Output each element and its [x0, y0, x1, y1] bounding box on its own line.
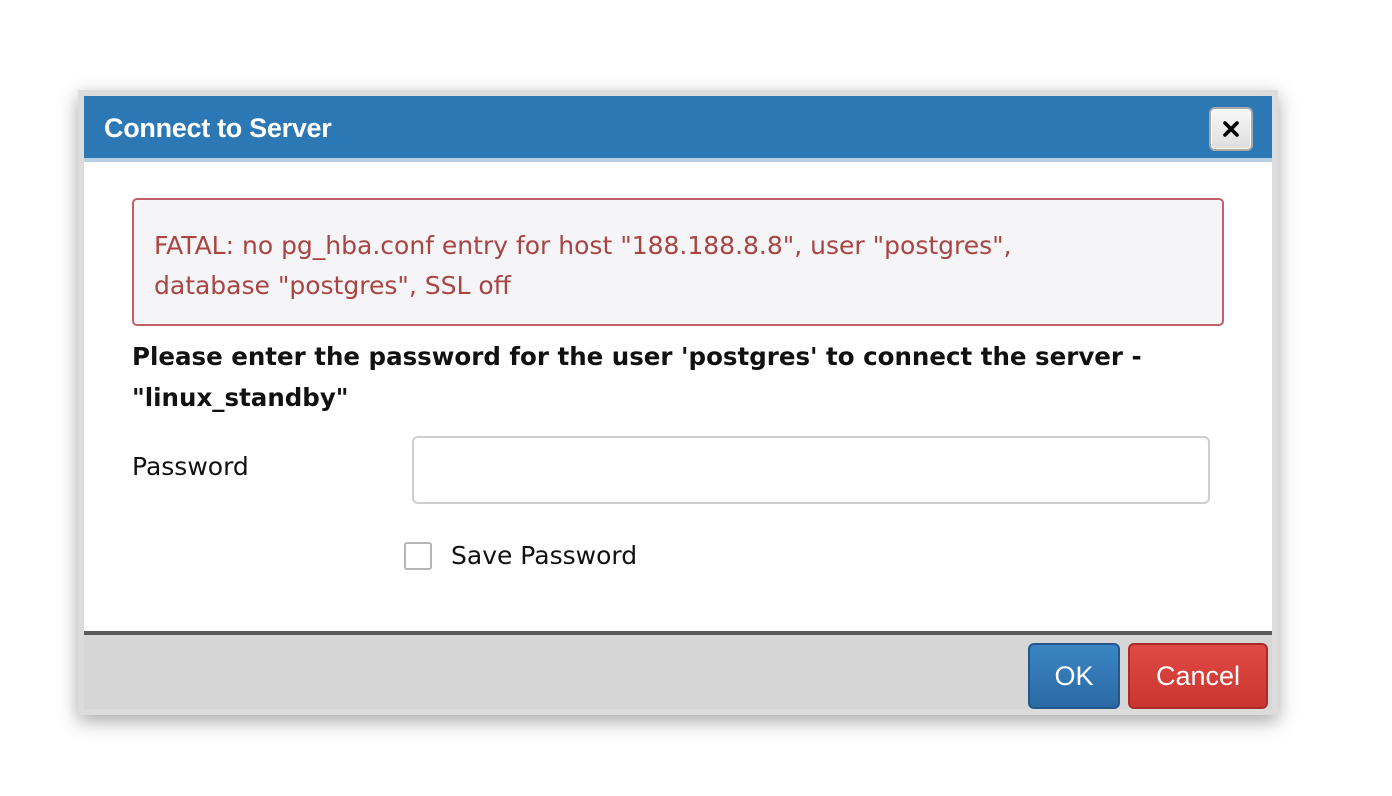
close-button[interactable] [1209, 107, 1253, 151]
error-line-1: FATAL: no pg_hba.conf entry for host "18… [154, 231, 1012, 260]
save-password-label[interactable]: Save Password [451, 541, 637, 570]
error-alert: FATAL: no pg_hba.conf entry for host "18… [132, 198, 1224, 326]
close-icon [1223, 121, 1239, 137]
error-line-2: database "postgres", SSL off [154, 271, 511, 300]
save-password-checkbox[interactable] [404, 542, 432, 570]
prompt-line-2: "linux_standby" [132, 383, 349, 412]
connect-dialog: Connect to Server FATAL: no pg_hba.conf … [84, 96, 1272, 709]
dialog-title: Connect to Server [104, 113, 332, 143]
prompt-line-1: Please enter the password for the user '… [132, 342, 1142, 371]
password-label: Password [132, 452, 249, 481]
dialog-footer: OK Cancel [84, 631, 1272, 709]
password-prompt: Please enter the password for the user '… [132, 336, 1232, 418]
ok-button[interactable]: OK [1028, 643, 1120, 709]
password-input[interactable] [412, 436, 1210, 504]
dialog-titlebar: Connect to Server [84, 96, 1272, 162]
cancel-button[interactable]: Cancel [1128, 643, 1268, 709]
